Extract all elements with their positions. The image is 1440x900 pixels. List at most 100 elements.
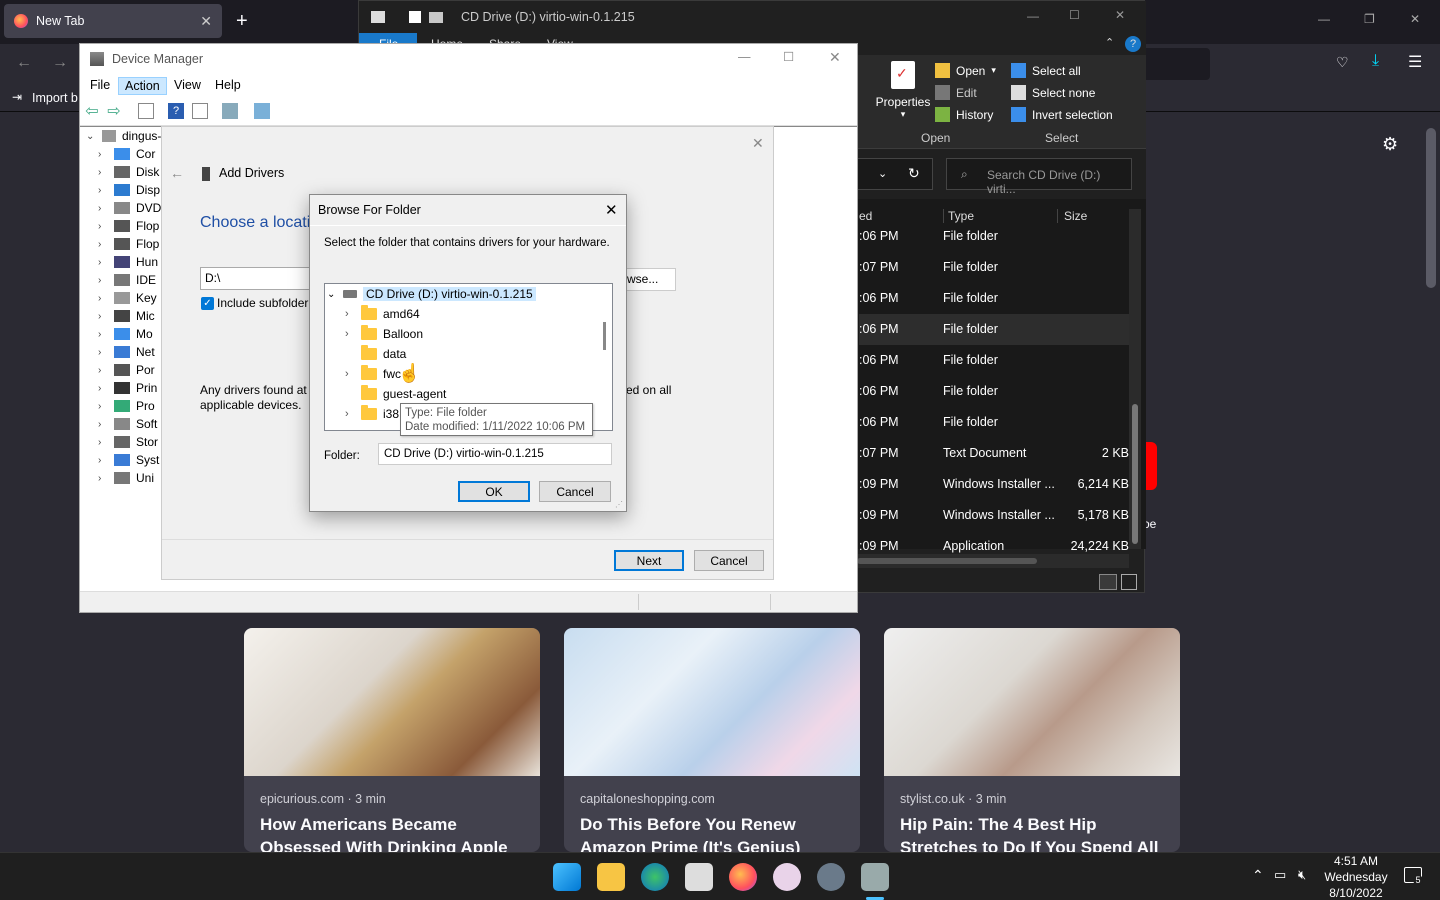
browser-tab[interactable]: New Tab ✕ — [4, 4, 222, 38]
expand-icon[interactable]: › — [98, 383, 108, 394]
settings-gear-icon[interactable]: ⚙ — [1382, 134, 1398, 155]
explorer-scroll-thumb[interactable] — [1132, 404, 1138, 544]
ad-close-icon[interactable]: ✕ — [752, 135, 764, 152]
clock[interactable]: 4:51 AM Wednesday 8/10/2022 — [1322, 853, 1390, 900]
expand-icon[interactable]: › — [98, 293, 108, 304]
explorer-maximize-icon[interactable]: ☐ — [1069, 8, 1080, 22]
folder-item[interactable]: guest-agent — [345, 385, 446, 403]
pocket-icon[interactable]: ♡ — [1336, 54, 1349, 71]
resize-grip-icon[interactable]: ⋰ — [615, 500, 623, 509]
update-driver-icon[interactable] — [222, 103, 238, 119]
ad-back-icon[interactable]: ← — [170, 165, 184, 181]
device-category[interactable]: › Flop — [98, 235, 159, 253]
notification-button[interactable]: 5 — [1404, 867, 1423, 885]
forward-icon[interactable]: → — [52, 54, 68, 72]
address-bar[interactable]: ⌄ ↻ — [857, 158, 933, 190]
forward-arrow-icon[interactable]: ⇨ — [106, 103, 122, 120]
expand-icon[interactable]: › — [345, 308, 355, 320]
folder-item[interactable]: › i38 — [345, 405, 399, 423]
file-explorer-icon[interactable] — [597, 863, 625, 891]
expand-icon[interactable]: › — [98, 455, 108, 466]
history-button[interactable]: History — [935, 107, 993, 122]
settings-icon[interactable] — [817, 863, 845, 891]
device-category[interactable]: › Prin — [98, 379, 157, 397]
folder-input[interactable]: CD Drive (D:) virtio-win-0.1.215 — [378, 443, 612, 465]
file-row[interactable]: :06 PM File folder — [859, 407, 1129, 438]
file-row[interactable]: :09 PM Windows Installer ... 6,214 KB — [859, 469, 1129, 500]
story-card[interactable]: capitaloneshopping.com Do This Before Yo… — [564, 628, 860, 852]
expand-icon[interactable]: › — [98, 365, 108, 376]
volume-muted-icon[interactable]: 🔇︎ — [1298, 867, 1306, 883]
file-row[interactable]: :09 PM Windows Installer ... 5,178 KB — [859, 500, 1129, 531]
ribbon-collapse-icon[interactable]: ⌃ — [1105, 36, 1114, 49]
expand-icon[interactable]: › — [98, 401, 108, 412]
device-category[interactable]: › Stor — [98, 433, 158, 451]
folder-tree-root[interactable]: ⌄ CD Drive (D:) virtio-win-0.1.215 — [327, 285, 536, 303]
close-tab-icon[interactable]: ✕ — [200, 13, 212, 30]
folder-item[interactable]: › amd64 — [345, 305, 420, 323]
bf-close-icon[interactable]: ✕ — [605, 201, 618, 219]
collapse-icon[interactable]: ⌄ — [86, 131, 96, 142]
expand-icon[interactable]: › — [345, 328, 355, 340]
expand-icon[interactable]: › — [98, 149, 108, 160]
file-row[interactable]: :06 PM File folder — [859, 221, 1129, 252]
explorer-vscroll[interactable] — [1129, 209, 1141, 549]
menu-icon[interactable]: ☰ — [1408, 52, 1422, 72]
device-category[interactable]: › Hun — [98, 253, 158, 271]
minimize-icon[interactable]: — — [1318, 12, 1330, 26]
expand-icon[interactable]: › — [98, 239, 108, 250]
device-category[interactable]: › Disk — [98, 163, 159, 181]
properties-quick-icon[interactable] — [409, 11, 421, 23]
ff-scroll-thumb[interactable] — [1426, 128, 1436, 288]
expand-icon[interactable]: › — [98, 221, 108, 232]
restore-icon[interactable]: ❐ — [1364, 12, 1375, 26]
start-icon[interactable] — [553, 863, 581, 891]
device-category[interactable]: › Pro — [98, 397, 155, 415]
next-button[interactable]: Next — [614, 550, 684, 571]
menu-file[interactable]: File — [84, 77, 116, 93]
edit-button[interactable]: Edit — [935, 85, 977, 100]
edge-icon[interactable] — [641, 863, 669, 891]
firefox-taskbar-icon[interactable] — [729, 863, 757, 891]
import-bookmarks-link[interactable]: Import b — [32, 91, 78, 105]
downloads-icon[interactable]: ⤓ — [1372, 52, 1379, 70]
device-category[interactable]: › Disp — [98, 181, 160, 199]
scan-hardware-icon[interactable] — [254, 103, 270, 119]
help-icon[interactable]: ? — [1125, 36, 1141, 52]
expand-icon[interactable]: › — [98, 203, 108, 214]
expand-icon[interactable]: › — [98, 185, 108, 196]
expand-icon[interactable]: › — [98, 347, 108, 358]
explorer-hscroll[interactable] — [857, 554, 1129, 568]
device-category[interactable]: › Cor — [98, 145, 155, 163]
tray-chevron-icon[interactable]: ⌃ — [1252, 867, 1264, 884]
ok-button[interactable]: OK — [458, 481, 530, 502]
file-row[interactable]: :06 PM File folder — [859, 345, 1129, 376]
details-view-icon[interactable] — [1099, 574, 1117, 590]
properties-toolbar-icon[interactable] — [192, 103, 208, 119]
folder-quick-icon[interactable] — [429, 11, 443, 23]
network-icon[interactable]: ▭ — [1274, 867, 1286, 883]
file-row[interactable]: :06 PM File folder — [859, 314, 1129, 345]
quick-access-icon[interactable] — [371, 11, 385, 23]
device-category[interactable]: › Net — [98, 343, 155, 361]
bf-cancel-button[interactable]: Cancel — [539, 481, 611, 502]
file-row[interactable]: :06 PM File folder — [859, 283, 1129, 314]
device-manager-taskbar-icon[interactable] — [861, 863, 889, 891]
expand-icon[interactable]: › — [98, 473, 108, 484]
folder-item[interactable]: data — [345, 345, 406, 363]
file-row[interactable]: :06 PM File folder — [859, 376, 1129, 407]
file-row[interactable]: :07 PM Text Document 2 KB — [859, 438, 1129, 469]
explorer-close-icon[interactable]: ✕ — [1115, 8, 1125, 22]
ad-browse-button[interactable]: wse... — [622, 268, 676, 291]
expand-icon[interactable]: › — [345, 408, 355, 420]
large-icons-view-icon[interactable] — [1121, 574, 1137, 590]
file-row[interactable]: :07 PM File folder — [859, 252, 1129, 283]
device-category[interactable]: › Uni — [98, 469, 154, 487]
folder-tree-scroll-thumb[interactable] — [603, 322, 606, 350]
expand-icon[interactable]: › — [98, 167, 108, 178]
paint-icon[interactable] — [773, 863, 801, 891]
expand-icon[interactable]: › — [98, 275, 108, 286]
expand-icon[interactable]: › — [98, 437, 108, 448]
include-subfolders-checkbox[interactable]: ✓ — [201, 297, 214, 310]
device-category[interactable]: › Por — [98, 361, 155, 379]
